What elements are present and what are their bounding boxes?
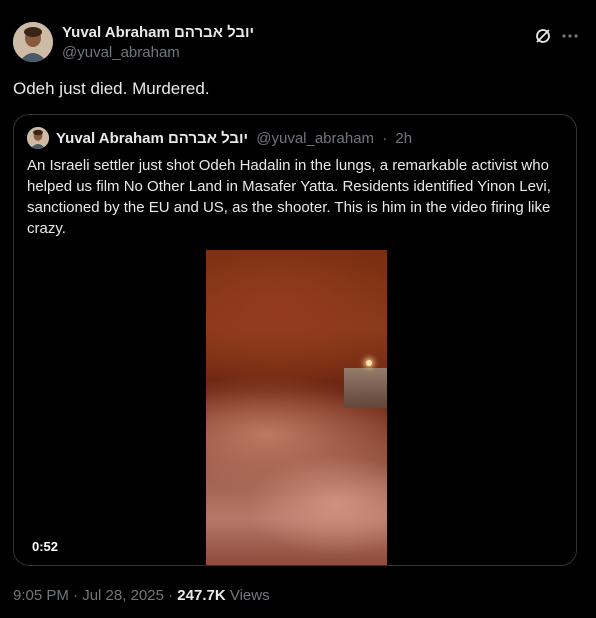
video-player[interactable] [206, 250, 387, 565]
avatar-image [13, 22, 53, 62]
more-icon[interactable] [560, 26, 580, 46]
quoted-header: Yuval Abraham יובל אברהם @yuval_abraham … [56, 130, 412, 147]
video-frame-detail [344, 368, 387, 408]
quoted-avatar[interactable] [27, 127, 49, 149]
tweet-date[interactable]: Jul 28, 2025 [82, 587, 164, 604]
quoted-age[interactable]: 2h [395, 130, 412, 147]
views-count: 247.7K [177, 587, 226, 604]
quoted-author-name[interactable]: Yuval Abraham יובל אברהם [56, 130, 248, 147]
footer-separator: · [168, 587, 174, 604]
tweet: Yuval Abraham יובל אברהם @yuval_abraham … [0, 0, 596, 618]
author-handle[interactable]: @yuval_abraham [62, 44, 180, 61]
author-name[interactable]: Yuval Abraham יובל אברהם [62, 24, 254, 41]
video-frame-light [366, 360, 372, 366]
avatar[interactable] [13, 22, 53, 62]
quoted-text: An Israeli settler just shot Odeh Hadali… [27, 157, 551, 237]
footer-separator: · [73, 587, 79, 604]
quoted-avatar-image [27, 127, 49, 149]
tweet-time[interactable]: 9:05 PM [13, 587, 69, 604]
quoted-author-handle[interactable]: @yuval_abraham [256, 130, 374, 147]
quoted-tweet[interactable]: Yuval Abraham יובל אברהם @yuval_abraham … [13, 114, 577, 566]
grok-icon[interactable] [533, 26, 553, 46]
video-duration: 0:52 [32, 539, 59, 554]
quoted-separator: · [382, 130, 388, 147]
views-label: Views [229, 587, 270, 604]
tweet-footer: 9:05 PM · Jul 28, 2025 · 247.7K Views [13, 587, 270, 604]
tweet-text: Odeh just died. Murdered. [13, 79, 210, 98]
